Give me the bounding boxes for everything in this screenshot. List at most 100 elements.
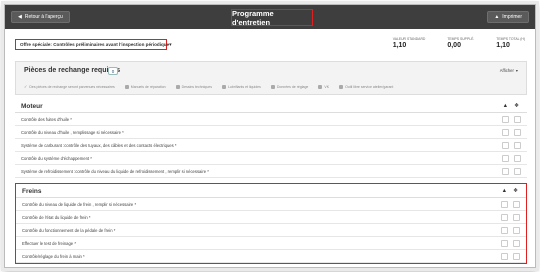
task-text: Système de carburant :contrôle des tuyau… (21, 143, 177, 148)
repair-checkbox[interactable] (513, 227, 520, 234)
repair-checkbox[interactable] (513, 253, 520, 260)
parts-count-badge[interactable]: 0 (108, 67, 118, 75)
show-dropdown-label: Afficher (499, 68, 514, 73)
show-dropdown[interactable]: Afficher ▾ (500, 68, 518, 73)
back-button-label: Retour à l'aperçu (24, 14, 63, 20)
tool-settings-data[interactable]: Données de réglage (270, 84, 309, 89)
back-button[interactable]: ◀ Retour à l'aperçu (11, 11, 70, 23)
task-row: Effectuer le test de freinage * (16, 237, 526, 250)
drop-icon (221, 84, 226, 89)
tool-service[interactable]: Outil libre service atelier/garant (339, 84, 393, 89)
time-stats: Valeur standard 1,10 Temps supplé. 0,00 … (393, 37, 525, 49)
stat-standard: Valeur standard 1,10 (393, 37, 426, 49)
task-row: Contrôle du système d'échappement * (15, 152, 527, 165)
tool-label: Des pièces de rechange seront parvenues … (29, 84, 115, 89)
task-text: Contrôle/réglage du frein à main * (22, 254, 85, 259)
ok-checkbox[interactable] (502, 168, 509, 175)
thumbs-up-icon[interactable]: ▲ (503, 103, 508, 109)
manual-icon (124, 84, 129, 89)
task-row: Contrôle du niveau d'huile , remplissage… (15, 126, 527, 139)
tool-lubricants[interactable]: Lubrifiants et liquides (221, 84, 261, 89)
ok-checkbox[interactable] (501, 253, 508, 260)
page-title-box: Programme d'entretien (231, 8, 313, 27)
print-icon: ▲ (494, 14, 500, 20)
ok-checkbox[interactable] (502, 129, 509, 136)
repair-checkbox[interactable] (513, 201, 520, 208)
tool-icon (339, 84, 344, 89)
ok-checkbox[interactable] (501, 240, 508, 247)
tool-label: VK (324, 84, 330, 89)
stat-label: Temps supplé. (447, 37, 475, 41)
tool-label: Lubrifiants et liquides (227, 84, 261, 89)
wrench-icon[interactable]: ❖ (514, 103, 519, 109)
repair-checkbox[interactable] (514, 168, 521, 175)
drawing-icon (175, 84, 180, 89)
repair-checkbox[interactable] (514, 155, 521, 162)
ok-checkbox[interactable] (502, 116, 509, 123)
ok-checkbox[interactable] (501, 214, 508, 221)
top-bar: ◀ Retour à l'aperçu Programme d'entretie… (5, 5, 535, 29)
stat-additional: Temps supplé. 0,00 (447, 37, 474, 49)
chevron-down-icon: ▾ (515, 68, 518, 73)
ok-checkbox[interactable] (501, 201, 508, 208)
tool-manuals[interactable]: Manuels de réparation (124, 84, 166, 89)
offer-select-value: Offre spéciale: Contrôles préliminaires … (20, 42, 170, 47)
tool-label: Manuels de réparation (130, 84, 166, 89)
app-frame: ◀ Retour à l'aperçu Programme d'entretie… (4, 4, 536, 268)
repair-checkbox[interactable] (513, 214, 520, 221)
wrench-icon[interactable]: ❖ (513, 188, 518, 194)
section-freins: Freins ▲ ❖ Contrôle du niveau de liquide… (15, 183, 527, 264)
task-text: Effectuer le test de freinage * (22, 241, 76, 246)
parts-panel: Pièces de rechange requises 0 Afficher ▾… (15, 61, 527, 95)
arrow-left-icon: ◀ (18, 14, 22, 20)
section-title: Moteur (21, 103, 43, 110)
check-icon: ✓ (24, 84, 28, 89)
print-button-label: Imprimer (502, 14, 522, 20)
parts-title: Pièces de rechange requises (24, 67, 121, 74)
stat-value: 1,10 (392, 42, 407, 49)
stat-value: 1,10 (496, 42, 510, 49)
repair-checkbox[interactable] (513, 240, 520, 247)
chevron-down-icon: ▾ (169, 41, 172, 48)
tool-vk[interactable]: VK (318, 84, 329, 89)
repair-checkbox[interactable] (514, 129, 521, 136)
task-text: Contrôle de l'état du liquide de frein * (22, 215, 91, 220)
thumbs-up-icon[interactable]: ▲ (502, 188, 507, 194)
offer-select[interactable]: Offre spéciale: Contrôles préliminaires … (15, 39, 172, 50)
vk-icon (318, 84, 323, 89)
task-row: Contrôle/réglage du frein à main * (16, 250, 526, 263)
repair-checkbox[interactable] (514, 142, 521, 149)
section-title: Freins (22, 188, 42, 195)
tool-drawings[interactable]: Dessins techniques (175, 84, 212, 89)
task-text: Contrôle du niveau d'huile , remplissage… (21, 130, 124, 135)
task-row: Contrôle du niveau de liquide de frein ,… (16, 198, 526, 211)
page-title: Programme d'entretien (232, 8, 274, 27)
task-row: Système de carburant :contrôle des tuyau… (15, 139, 527, 152)
task-row: Système de refroidissement :contrôle du … (15, 165, 527, 178)
task-text: Contrôle du niveau de liquide de frein ,… (22, 202, 137, 207)
settings-icon (270, 84, 275, 89)
stat-label: Temps total (h) (496, 37, 525, 41)
task-text: Contrôle du système d'échappement * (21, 156, 92, 161)
section-header-icons: ▲ ❖ (503, 103, 519, 109)
section-header-icons: ▲ ❖ (502, 188, 518, 194)
task-row: Contrôle des fuites d'huile * (15, 113, 527, 126)
tool-label: Outil libre service atelier/garant (345, 84, 394, 89)
ok-checkbox[interactable] (502, 142, 509, 149)
print-button[interactable]: ▲ Imprimer (487, 11, 529, 23)
ok-checkbox[interactable] (501, 227, 508, 234)
task-text: Système de refroidissement :contrôle du … (21, 169, 209, 174)
tool-spare-parts[interactable]: ✓ Des pièces de rechange seront parvenues… (24, 84, 115, 89)
task-text: Contrôle du fonctionnement de la pédale … (22, 228, 116, 233)
stat-total: Temps total (h) 1,10 (496, 37, 525, 49)
task-text: Contrôle des fuites d'huile * (21, 117, 72, 122)
repair-checkbox[interactable] (514, 116, 521, 123)
tool-label: Dessins techniques (181, 84, 212, 89)
stat-label: Valeur standard (392, 37, 426, 41)
section-header: Moteur ▲ ❖ (15, 99, 527, 113)
ok-checkbox[interactable] (502, 155, 509, 162)
parts-toolbar: ✓ Des pièces de rechange seront parvenues… (24, 84, 393, 89)
stat-value: 0,00 (447, 42, 461, 49)
tool-label: Données de réglage (276, 84, 309, 89)
section-moteur: Moteur ▲ ❖ Contrôle des fuites d'huile *… (15, 99, 527, 178)
